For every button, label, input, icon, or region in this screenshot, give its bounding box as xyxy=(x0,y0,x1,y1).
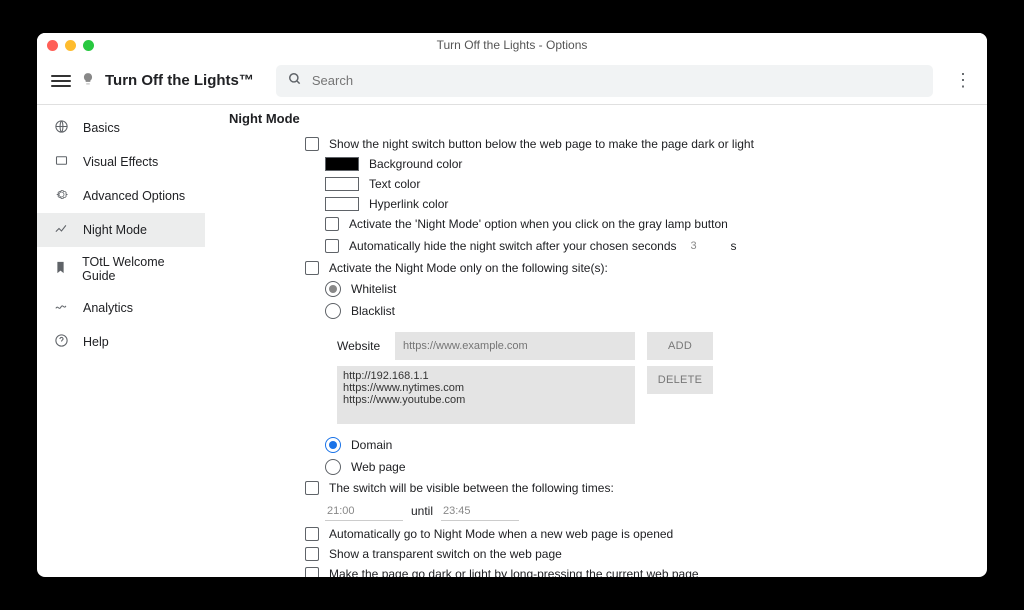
text-color-swatch[interactable] xyxy=(325,177,359,191)
long-press-label: Make the page go dark or light by long-p… xyxy=(329,567,699,577)
domain-label: Domain xyxy=(351,438,392,452)
transparent-switch-label: Show a transparent switch on the web pag… xyxy=(329,547,562,561)
sidebar-item-label: Analytics xyxy=(83,301,133,315)
titlebar: Turn Off the Lights - Options xyxy=(37,33,987,57)
square-icon xyxy=(53,153,69,171)
search-field[interactable] xyxy=(276,65,933,97)
trend-icon xyxy=(53,221,69,239)
sidebar-item-advanced-options[interactable]: Advanced Options xyxy=(37,179,205,213)
sidebar-item-label: Night Mode xyxy=(83,223,147,237)
show-switch-label: Show the night switch button below the w… xyxy=(329,137,754,151)
until-label: until xyxy=(411,504,433,518)
long-press-checkbox[interactable] xyxy=(305,567,319,577)
sidebar-item-basics[interactable]: Basics xyxy=(37,111,205,145)
add-button[interactable]: ADD xyxy=(647,332,713,360)
text-color-label: Text color xyxy=(369,177,420,191)
time-switch-label: The switch will be visible between the f… xyxy=(329,481,614,495)
sidebar-item-welcome-guide[interactable]: TOtL Welcome Guide xyxy=(37,247,205,291)
webpage-label: Web page xyxy=(351,460,406,474)
seconds-suffix: s xyxy=(731,239,737,253)
site-list[interactable]: http://192.168.1.1 https://www.nytimes.c… xyxy=(337,366,635,424)
sidebar-item-label: Advanced Options xyxy=(83,189,185,203)
autohide-label: Automatically hide the night switch afte… xyxy=(349,239,677,253)
transparent-switch-checkbox[interactable] xyxy=(305,547,319,561)
close-window-button[interactable] xyxy=(47,40,58,51)
autohide-checkbox[interactable] xyxy=(325,239,339,253)
bg-color-label: Background color xyxy=(369,157,462,171)
minimize-window-button[interactable] xyxy=(65,40,76,51)
help-icon xyxy=(53,333,69,351)
blacklist-label: Blacklist xyxy=(351,304,395,318)
section-title: Night Mode xyxy=(229,111,967,126)
blacklist-radio[interactable] xyxy=(325,303,341,319)
bookmark-icon xyxy=(53,260,68,278)
globe-icon xyxy=(53,119,69,137)
only-sites-checkbox[interactable] xyxy=(305,261,319,275)
sidebar: Basics Visual Effects Advanced Options N… xyxy=(37,105,205,577)
app-title: Turn Off the Lights™ xyxy=(105,72,254,89)
hyperlink-color-label: Hyperlink color xyxy=(369,197,448,211)
sidebar-item-label: Visual Effects xyxy=(83,155,158,169)
webpage-radio[interactable] xyxy=(325,459,341,475)
more-icon[interactable]: ⋮ xyxy=(953,70,973,91)
sidebar-item-analytics[interactable]: Analytics xyxy=(37,291,205,325)
whitelist-radio[interactable] xyxy=(325,281,341,297)
whitelist-label: Whitelist xyxy=(351,282,396,296)
window-title: Turn Off the Lights - Options xyxy=(37,38,987,52)
gear-icon xyxy=(53,187,69,205)
auto-new-page-label: Automatically go to Night Mode when a ne… xyxy=(329,527,673,541)
sidebar-item-help[interactable]: Help xyxy=(37,325,205,359)
search-icon xyxy=(288,72,302,89)
sidebar-item-night-mode[interactable]: Night Mode xyxy=(37,213,205,247)
website-label: Website xyxy=(337,339,383,353)
hyperlink-color-swatch[interactable] xyxy=(325,197,359,211)
sidebar-item-label: Help xyxy=(83,335,109,349)
only-sites-label: Activate the Night Mode only on the foll… xyxy=(329,261,608,275)
activate-lamp-checkbox[interactable] xyxy=(325,217,339,231)
toolbar: Turn Off the Lights™ ⋮ xyxy=(37,57,987,105)
sidebar-item-label: Basics xyxy=(83,121,120,135)
show-switch-checkbox[interactable] xyxy=(305,137,319,151)
autohide-seconds-input[interactable] xyxy=(687,237,721,255)
activate-lamp-label: Activate the 'Night Mode' option when yo… xyxy=(349,217,728,231)
auto-new-page-checkbox[interactable] xyxy=(305,527,319,541)
time-switch-checkbox[interactable] xyxy=(305,481,319,495)
sidebar-item-visual-effects[interactable]: Visual Effects xyxy=(37,145,205,179)
menu-icon[interactable] xyxy=(51,71,71,91)
search-input[interactable] xyxy=(312,73,921,88)
website-input[interactable] xyxy=(395,332,635,360)
sidebar-item-label: TOtL Welcome Guide xyxy=(82,255,195,283)
lamp-icon xyxy=(81,72,95,90)
delete-button[interactable]: DELETE xyxy=(647,366,713,394)
background-color-swatch[interactable] xyxy=(325,157,359,171)
time-to-input[interactable] xyxy=(441,501,519,521)
wave-icon xyxy=(53,299,69,317)
domain-radio[interactable] xyxy=(325,437,341,453)
content-area: Night Mode Show the night switch button … xyxy=(205,105,987,577)
time-from-input[interactable] xyxy=(325,501,403,521)
maximize-window-button[interactable] xyxy=(83,40,94,51)
